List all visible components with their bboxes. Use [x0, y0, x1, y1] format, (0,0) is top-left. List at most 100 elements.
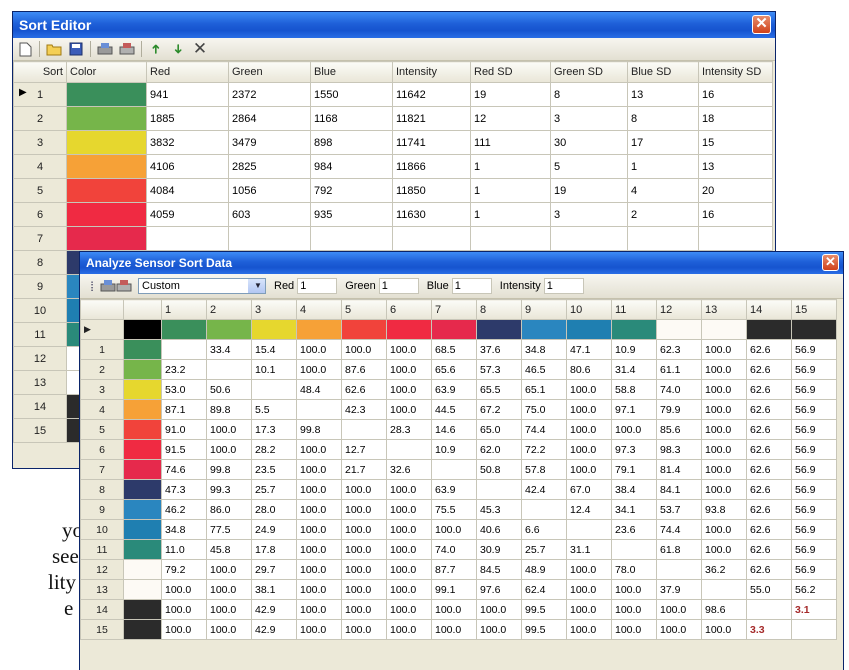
- cell-green[interactable]: 3479: [228, 130, 311, 155]
- analysis-cell[interactable]: 87.6: [341, 359, 387, 380]
- cell-red-sd[interactable]: 1: [470, 202, 551, 227]
- analysis-cell[interactable]: 56.9: [791, 379, 837, 400]
- analysis-cell[interactable]: 65.1: [521, 379, 567, 400]
- analysis-cell[interactable]: 87.7: [431, 559, 477, 580]
- scan-icon[interactable]: [100, 278, 116, 294]
- sort-editor-close-button[interactable]: ✕: [752, 15, 771, 34]
- chevron-down-icon[interactable]: ▼: [248, 279, 265, 293]
- analysis-cell[interactable]: 62.3: [656, 339, 702, 360]
- analysis-cell[interactable]: 62.6: [746, 439, 792, 460]
- column-header-sort[interactable]: Sort: [13, 61, 67, 83]
- analysis-cell[interactable]: 56.9: [791, 399, 837, 420]
- analysis-cell[interactable]: 100.0: [296, 499, 342, 520]
- table-row[interactable]: 1 941 2372 1550 11642 19 8 13 16: [13, 82, 773, 107]
- analysis-row[interactable]: 13 100.0 100.0 38.1 100.0 100.0 100.0 99.1 97.6 6…: [80, 579, 837, 600]
- analysis-cell[interactable]: 62.6: [746, 479, 792, 500]
- analysis-cell[interactable]: 74.4: [656, 519, 702, 540]
- analysis-cell[interactable]: 31.4: [611, 359, 657, 380]
- analysis-cell[interactable]: 56.9: [791, 459, 837, 480]
- analysis-column-header[interactable]: 9: [521, 299, 567, 320]
- analysis-cell[interactable]: 87.1: [161, 399, 207, 420]
- analysis-cell[interactable]: 100.0: [206, 559, 252, 580]
- table-row[interactable]: 5 4084 1056 792 11850 1 19 4 20: [13, 178, 773, 203]
- cell-blue[interactable]: [310, 226, 393, 251]
- analysis-cell[interactable]: 100.0: [296, 619, 342, 640]
- cell-red-sd[interactable]: 111: [470, 130, 551, 155]
- analysis-cell[interactable]: 79.2: [161, 559, 207, 580]
- column-header-intensity[interactable]: Intensity: [392, 61, 471, 83]
- analysis-cell[interactable]: 62.4: [521, 579, 567, 600]
- analysis-row[interactable]: 3 53.0 50.6 48.4 62.6 100.0 63.9 65.5 65.1 100.0 5…: [80, 379, 837, 400]
- analysis-column-header[interactable]: 12: [656, 299, 702, 320]
- analysis-cell[interactable]: 100.0: [701, 339, 747, 360]
- analysis-cell[interactable]: [251, 379, 297, 400]
- analysis-cell[interactable]: 58.8: [611, 379, 657, 400]
- cell-red[interactable]: 4059: [146, 202, 229, 227]
- cell-blue[interactable]: 1550: [310, 82, 393, 107]
- analysis-cell[interactable]: [611, 539, 657, 560]
- cell-intensity-sd[interactable]: 13: [698, 154, 773, 179]
- analysis-cell[interactable]: 23.6: [611, 519, 657, 540]
- cell-blue-sd[interactable]: 4: [627, 178, 699, 203]
- analysis-cell[interactable]: 99.8: [296, 419, 342, 440]
- analysis-cell[interactable]: 100.0: [701, 419, 747, 440]
- analysis-cell[interactable]: 100.0: [341, 619, 387, 640]
- analysis-cell[interactable]: 100.0: [386, 559, 432, 580]
- analysis-row[interactable]: 12 79.2 100.0 29.7 100.0 100.0 100.0 87.7 84.5 48…: [80, 559, 837, 580]
- analysis-column-header[interactable]: 4: [296, 299, 342, 320]
- analysis-cell[interactable]: 45.3: [476, 499, 522, 520]
- analysis-cell[interactable]: 100.0: [566, 599, 612, 620]
- analysis-cell[interactable]: 100.0: [161, 619, 207, 640]
- preset-dropdown[interactable]: Custom ▼: [138, 278, 266, 294]
- analysis-cell[interactable]: 100.0: [386, 399, 432, 420]
- cell-blue-sd[interactable]: 8: [627, 106, 699, 131]
- table-row[interactable]: 6 4059 603 935 11630 1 3 2 16: [13, 202, 773, 227]
- analysis-cell[interactable]: 99.8: [206, 459, 252, 480]
- analysis-cell[interactable]: 38.4: [611, 479, 657, 500]
- analyze-titlebar[interactable]: Analyze Sensor Sort Data ✕: [80, 252, 843, 274]
- analysis-cell[interactable]: 61.1: [656, 359, 702, 380]
- analysis-cell[interactable]: 63.9: [431, 379, 477, 400]
- analysis-cell[interactable]: 75.0: [521, 399, 567, 420]
- analysis-cell[interactable]: 30.9: [476, 539, 522, 560]
- analysis-row[interactable]: 4 87.1 89.8 5.5 42.3 100.0 44.5 67.2 75.0 100.0 97…: [80, 399, 837, 420]
- analysis-cell[interactable]: 100.0: [611, 619, 657, 640]
- analysis-cell[interactable]: 100.0: [206, 579, 252, 600]
- cell-blue-sd[interactable]: [627, 226, 699, 251]
- cell-intensity-sd[interactable]: [698, 226, 773, 251]
- analysis-cell[interactable]: 100.0: [296, 359, 342, 380]
- analysis-cell[interactable]: 61.8: [656, 539, 702, 560]
- analysis-cell[interactable]: 65.5: [476, 379, 522, 400]
- analysis-cell[interactable]: 50.8: [476, 459, 522, 480]
- column-header-red[interactable]: Red: [146, 61, 229, 83]
- analysis-column-header[interactable]: 10: [566, 299, 612, 320]
- analysis-row[interactable]: 5 91.0 100.0 17.3 99.8 28.3 14.6 65.0 74.4 100.0 1…: [80, 419, 837, 440]
- analysis-cell[interactable]: 100.0: [611, 579, 657, 600]
- cell-intensity[interactable]: 11850: [392, 178, 471, 203]
- analysis-cell[interactable]: 42.4: [521, 479, 567, 500]
- analysis-cell[interactable]: 47.3: [161, 479, 207, 500]
- analysis-cell[interactable]: 34.1: [611, 499, 657, 520]
- color-swatch[interactable]: [66, 106, 147, 131]
- cell-red-sd[interactable]: [470, 226, 551, 251]
- analysis-cell[interactable]: 62.6: [746, 359, 792, 380]
- cell-green[interactable]: 2825: [228, 154, 311, 179]
- analysis-cell[interactable]: 57.8: [521, 459, 567, 480]
- analysis-cell[interactable]: [701, 579, 747, 600]
- analysis-column-header[interactable]: 8: [476, 299, 522, 320]
- analysis-column-header[interactable]: 6: [386, 299, 432, 320]
- analysis-cell[interactable]: 100.0: [431, 599, 477, 620]
- analysis-cell[interactable]: 100.0: [476, 619, 522, 640]
- analysis-row[interactable]: 11 11.0 45.8 17.8 100.0 100.0 100.0 74.0 30.9 25.…: [80, 539, 837, 560]
- analysis-cell[interactable]: 100.0: [296, 459, 342, 480]
- analysis-cell[interactable]: [386, 439, 432, 460]
- analysis-cell[interactable]: 86.0: [206, 499, 252, 520]
- analysis-cell[interactable]: 100.0: [296, 479, 342, 500]
- analysis-cell[interactable]: 100.0: [566, 619, 612, 640]
- analysis-row[interactable]: 9 46.2 86.0 28.0 100.0 100.0 100.0 75.5 45.3 12.4…: [80, 499, 837, 520]
- analysis-cell[interactable]: [161, 339, 207, 360]
- cell-green[interactable]: 1056: [228, 178, 311, 203]
- analysis-cell[interactable]: 100.0: [386, 479, 432, 500]
- analysis-cell[interactable]: 97.1: [611, 399, 657, 420]
- analyze-close-button[interactable]: ✕: [822, 254, 839, 271]
